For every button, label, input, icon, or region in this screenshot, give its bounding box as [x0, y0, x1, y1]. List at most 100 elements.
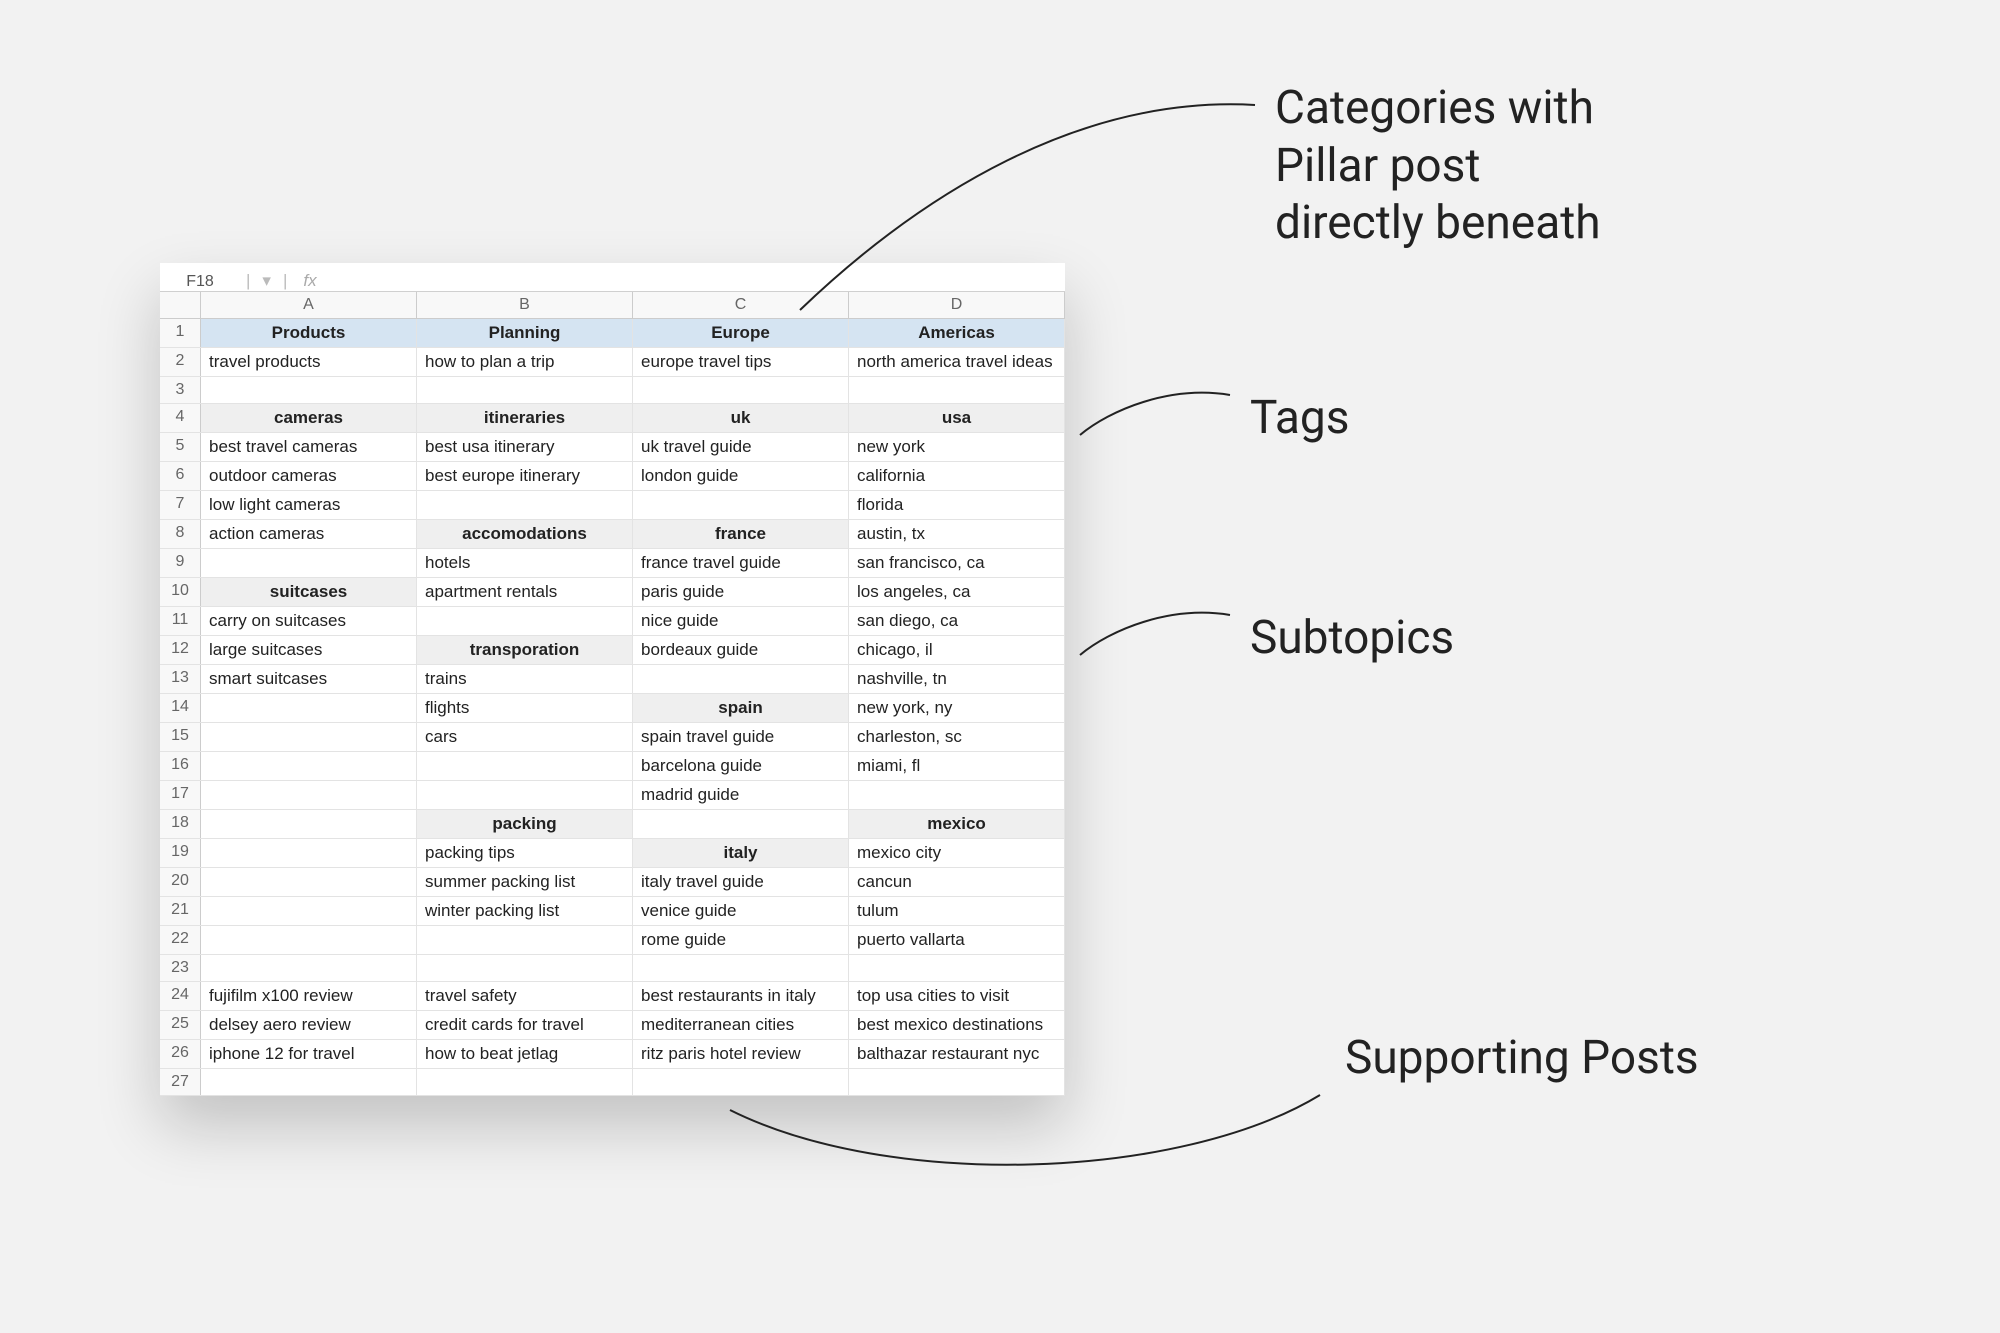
cell[interactable]: paris guide — [633, 578, 849, 606]
cell[interactable]: Americas — [849, 319, 1065, 347]
cell[interactable]: bordeaux guide — [633, 636, 849, 664]
cell[interactable]: miami, fl — [849, 752, 1065, 780]
cell[interactable] — [201, 377, 417, 403]
cell[interactable]: best mexico destinations — [849, 1011, 1065, 1039]
cell[interactable] — [201, 549, 417, 577]
cell[interactable]: fujifilm x100 review — [201, 982, 417, 1010]
cell[interactable]: low light cameras — [201, 491, 417, 519]
cell[interactable]: san diego, ca — [849, 607, 1065, 635]
cell[interactable]: venice guide — [633, 897, 849, 925]
cell[interactable]: trains — [417, 665, 633, 693]
cell[interactable]: mexico city — [849, 839, 1065, 867]
cell[interactable] — [201, 955, 417, 981]
cell[interactable]: cameras — [201, 404, 417, 432]
cell[interactable]: nashville, tn — [849, 665, 1065, 693]
row-number[interactable]: 27 — [160, 1069, 201, 1095]
row-number[interactable]: 13 — [160, 665, 201, 693]
row-number[interactable]: 9 — [160, 549, 201, 577]
col-header-b[interactable]: B — [417, 292, 633, 318]
cell[interactable] — [849, 781, 1065, 809]
cell[interactable]: france travel guide — [633, 549, 849, 577]
row-number[interactable]: 21 — [160, 897, 201, 925]
row-number[interactable]: 15 — [160, 723, 201, 751]
cell[interactable]: puerto vallarta — [849, 926, 1065, 954]
row-number[interactable]: 18 — [160, 810, 201, 838]
cell[interactable] — [849, 377, 1065, 403]
cell[interactable] — [201, 868, 417, 896]
cell[interactable]: large suitcases — [201, 636, 417, 664]
row-number[interactable]: 22 — [160, 926, 201, 954]
row-number[interactable]: 1 — [160, 319, 201, 347]
cell[interactable]: europe travel tips — [633, 348, 849, 376]
cell[interactable]: Planning — [417, 319, 633, 347]
row-number[interactable]: 23 — [160, 955, 201, 981]
cell[interactable]: iphone 12 for travel — [201, 1040, 417, 1068]
row-number[interactable]: 6 — [160, 462, 201, 490]
cell[interactable]: cancun — [849, 868, 1065, 896]
cell[interactable] — [201, 1069, 417, 1095]
cell[interactable] — [201, 694, 417, 722]
cell[interactable] — [201, 810, 417, 838]
cell[interactable]: charleston, sc — [849, 723, 1065, 751]
cell[interactable]: cars — [417, 723, 633, 751]
cell[interactable] — [417, 377, 633, 403]
cell[interactable]: accomodations — [417, 520, 633, 548]
cell[interactable]: new york, ny — [849, 694, 1065, 722]
cell[interactable]: san francisco, ca — [849, 549, 1065, 577]
cell[interactable] — [417, 955, 633, 981]
cell[interactable]: london guide — [633, 462, 849, 490]
cell[interactable]: delsey aero review — [201, 1011, 417, 1039]
cell[interactable]: summer packing list — [417, 868, 633, 896]
cell[interactable]: travel products — [201, 348, 417, 376]
cell[interactable] — [633, 810, 849, 838]
row-number[interactable]: 19 — [160, 839, 201, 867]
cell[interactable]: Europe — [633, 319, 849, 347]
cell[interactable]: flights — [417, 694, 633, 722]
row-number[interactable]: 12 — [160, 636, 201, 664]
cell[interactable]: barcelona guide — [633, 752, 849, 780]
cell[interactable]: smart suitcases — [201, 665, 417, 693]
cell[interactable]: best europe itinerary — [417, 462, 633, 490]
cell[interactable] — [633, 491, 849, 519]
row-number[interactable]: 7 — [160, 491, 201, 519]
cell[interactable] — [417, 752, 633, 780]
row-number[interactable]: 25 — [160, 1011, 201, 1039]
row-number[interactable]: 16 — [160, 752, 201, 780]
cell[interactable]: tulum — [849, 897, 1065, 925]
cell[interactable]: rome guide — [633, 926, 849, 954]
cell[interactable]: suitcases — [201, 578, 417, 606]
row-number[interactable]: 5 — [160, 433, 201, 461]
cell[interactable]: italy — [633, 839, 849, 867]
cell[interactable]: best travel cameras — [201, 433, 417, 461]
cell[interactable]: outdoor cameras — [201, 462, 417, 490]
cell[interactable]: Products — [201, 319, 417, 347]
row-number[interactable]: 11 — [160, 607, 201, 635]
cell[interactable]: apartment rentals — [417, 578, 633, 606]
cell[interactable]: north america travel ideas — [849, 348, 1065, 376]
cell[interactable]: action cameras — [201, 520, 417, 548]
cell[interactable]: top usa cities to visit — [849, 982, 1065, 1010]
cell[interactable]: carry on suitcases — [201, 607, 417, 635]
cell[interactable] — [201, 839, 417, 867]
cell[interactable] — [633, 665, 849, 693]
cell[interactable] — [417, 926, 633, 954]
cell[interactable] — [417, 607, 633, 635]
cell[interactable]: best usa itinerary — [417, 433, 633, 461]
cell[interactable]: chicago, il — [849, 636, 1065, 664]
cell[interactable] — [633, 377, 849, 403]
cell[interactable]: balthazar restaurant nyc — [849, 1040, 1065, 1068]
cell[interactable] — [201, 926, 417, 954]
cell[interactable]: california — [849, 462, 1065, 490]
row-number[interactable]: 17 — [160, 781, 201, 809]
row-number[interactable]: 14 — [160, 694, 201, 722]
row-number[interactable]: 8 — [160, 520, 201, 548]
cell[interactable] — [417, 1069, 633, 1095]
row-number[interactable]: 10 — [160, 578, 201, 606]
cell[interactable]: spain travel guide — [633, 723, 849, 751]
cell[interactable] — [201, 781, 417, 809]
cell[interactable]: how to beat jetlag — [417, 1040, 633, 1068]
cell[interactable]: transporation — [417, 636, 633, 664]
cell[interactable] — [201, 752, 417, 780]
row-number[interactable]: 26 — [160, 1040, 201, 1068]
cell[interactable] — [417, 781, 633, 809]
